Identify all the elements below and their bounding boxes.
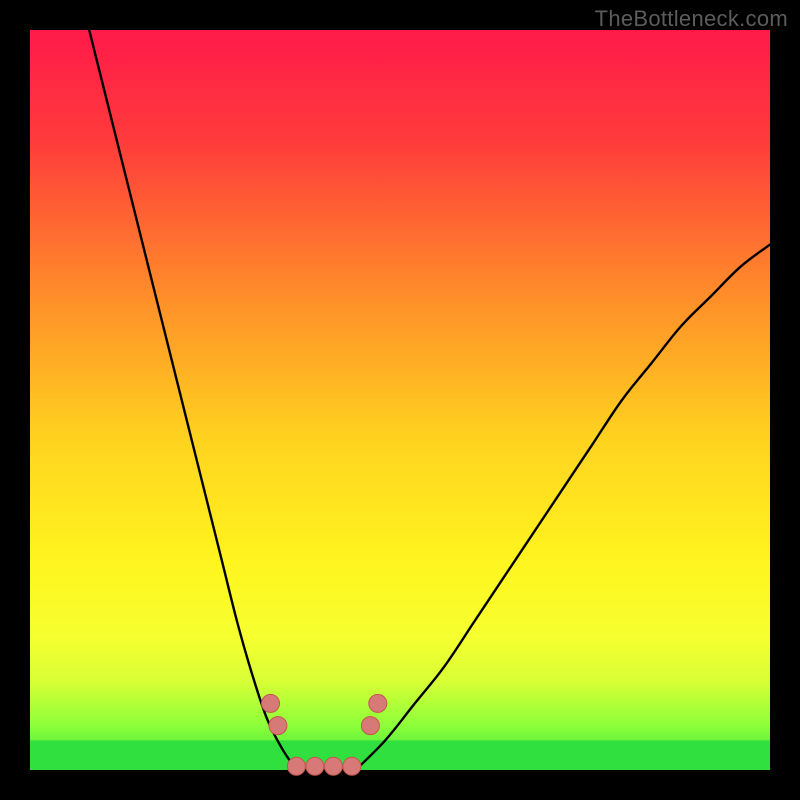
- marker-left-cluster-a: [262, 694, 280, 712]
- marker-floor-c: [324, 757, 342, 775]
- marker-left-cluster-b: [269, 717, 287, 735]
- chart-svg: [0, 0, 800, 800]
- marker-right-cluster-b: [369, 694, 387, 712]
- marker-floor-a: [287, 757, 305, 775]
- marker-floor-d: [343, 757, 361, 775]
- green-band: [30, 740, 770, 770]
- marker-right-cluster-a: [361, 717, 379, 735]
- marker-floor-b: [306, 757, 324, 775]
- chart-frame: TheBottleneck.com: [0, 0, 800, 800]
- plot-background: [30, 30, 770, 770]
